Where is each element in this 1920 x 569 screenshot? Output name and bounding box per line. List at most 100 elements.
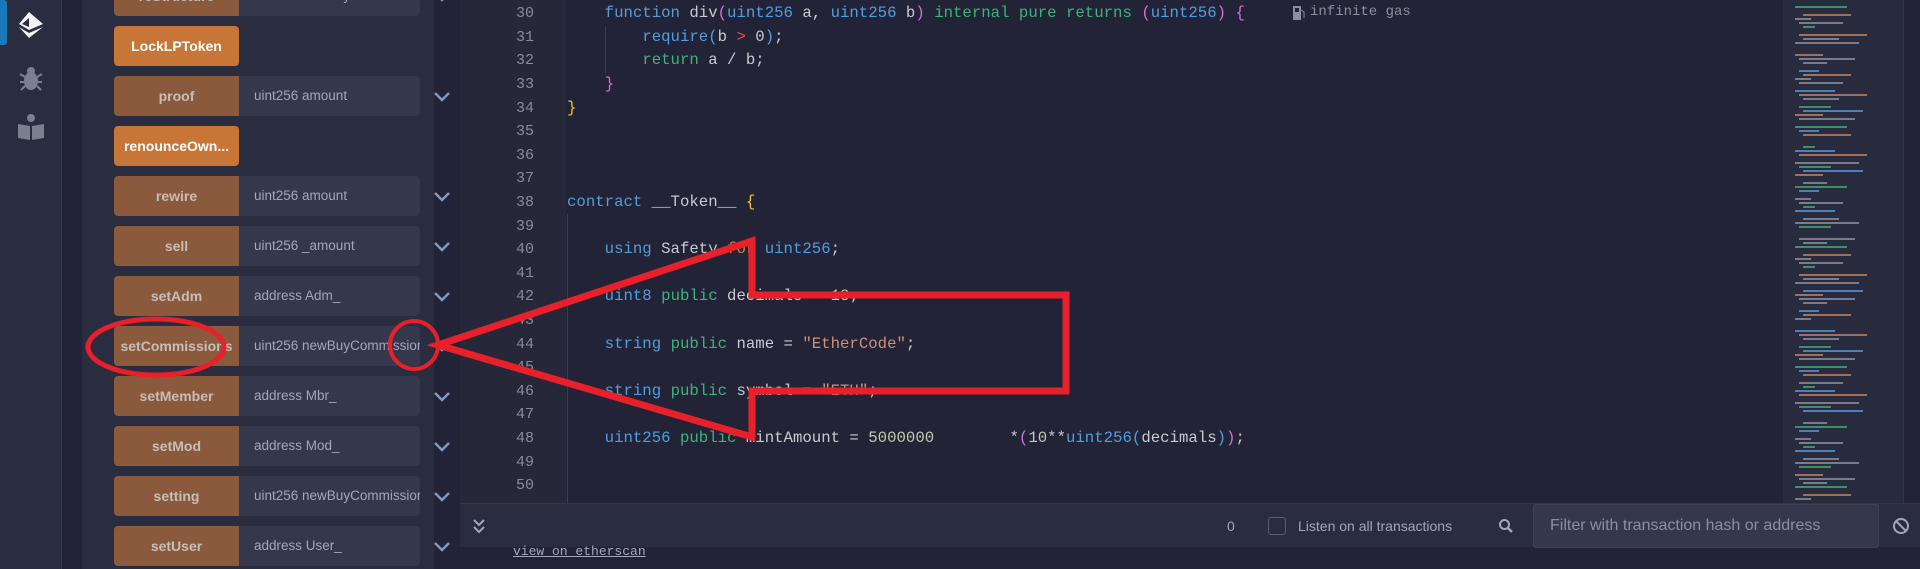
minimap-line [1795, 222, 1859, 224]
code-token: require [642, 27, 709, 46]
icon-panel [0, 0, 62, 569]
function-param-input[interactable]: uint256 newBuyCommissior [239, 326, 420, 366]
function-button[interactable]: proof [114, 76, 239, 116]
chevron-down-icon[interactable] [432, 86, 452, 106]
function-row-setMember: setMember address Mbr_ [114, 376, 474, 416]
chevron-down-icon[interactable] [432, 536, 452, 556]
function-row-setAdm: setAdm address Adm_ [114, 276, 474, 316]
transaction-filter-input[interactable]: Filter with transaction hash or address [1533, 504, 1879, 548]
function-row-setting: setting uint256 newBuyCommissior [114, 476, 474, 516]
code-token: symbol = [727, 381, 822, 400]
function-param-input[interactable]: uint256 amount [239, 176, 420, 216]
function-button[interactable]: sell [114, 226, 239, 266]
minimap-line [1803, 242, 1827, 244]
book-reader-icon[interactable] [16, 112, 46, 142]
line-number: 38 [515, 194, 534, 211]
listen-checkbox[interactable] [1268, 517, 1286, 535]
function-button[interactable]: setMember [114, 376, 239, 416]
line-number: 44 [515, 335, 534, 353]
code-editor[interactable]: 30 31 32 33 34 35 36 37 38 39 40 41 42 43 44 45 46 47 48 49… [460, 0, 1783, 503]
minimap-line [1803, 254, 1851, 256]
function-button[interactable]: setMod [114, 426, 239, 466]
function-param-input[interactable]: address User_ [239, 526, 420, 566]
line-number: 47 [515, 406, 534, 424]
function-button[interactable]: setUser [114, 526, 239, 566]
chevron-down-icon[interactable] [432, 286, 452, 306]
minimap-line [1795, 54, 1823, 56]
chevron-down-icon[interactable] [432, 486, 452, 506]
editor-scrollbar[interactable] [1903, 0, 1920, 503]
function-param-input[interactable]: uint256 newBuyCommissior [239, 476, 420, 516]
function-param-input[interactable]: uint256 newBuyCommission [239, 0, 420, 16]
code-token: ) [1216, 429, 1227, 447]
code-token: ( [1018, 429, 1029, 447]
code-token: 5000000 [868, 429, 935, 447]
minimap-line [1799, 70, 1819, 72]
code-token: decimals [1141, 429, 1217, 447]
function-param-input[interactable]: uint256 amount [239, 76, 420, 116]
code-line: function div(uint256 a, uint256 b) inter… [567, 2, 1245, 26]
minimap-line [1799, 262, 1843, 264]
code-line: contract __Token__ { [567, 191, 755, 215]
ethereum-icon[interactable] [16, 10, 46, 40]
minimap-line [1795, 474, 1823, 476]
code-token: public [661, 287, 718, 306]
function-param-input[interactable]: address Mbr_ [239, 376, 420, 416]
minimap-line [1799, 382, 1843, 384]
clear-console-icon[interactable] [1892, 517, 1910, 535]
search-icon[interactable] [1498, 518, 1514, 534]
function-row-rewire: rewire uint256 amount [114, 176, 474, 216]
code-token: public [670, 381, 728, 400]
code-token: ; [830, 240, 841, 259]
minimap-line [1795, 114, 1823, 116]
code-line: uint8 public decimals = 18; [567, 285, 859, 309]
function-button[interactable]: renounceOwn... [114, 126, 239, 166]
code-line: string public name = "EtherCode"; [567, 333, 916, 357]
function-param-input[interactable]: address Mod_ [239, 426, 420, 466]
minimap-line [1799, 394, 1867, 396]
code-token: ( [1141, 4, 1151, 23]
chevron-down-icon[interactable] [432, 336, 452, 356]
function-button[interactable]: LockLPToken [114, 26, 239, 66]
line-number: 37 [515, 170, 534, 188]
chevron-down-icon[interactable] [432, 186, 452, 206]
function-button[interactable]: setAdm [114, 276, 239, 316]
code-token: contract [567, 193, 643, 211]
function-button[interactable]: setCommissions [114, 326, 239, 366]
chevron-down-icon[interactable] [432, 386, 452, 406]
minimap-line [1795, 354, 1823, 356]
code-token: } [567, 98, 577, 117]
minimap[interactable] [1783, 0, 1903, 503]
function-button[interactable]: rewire [114, 176, 239, 216]
line-number: 42 [515, 288, 534, 306]
code-token: ; [1235, 429, 1245, 447]
function-button[interactable]: setting [114, 476, 239, 516]
chevron-down-icon[interactable] [432, 436, 452, 456]
bug-icon[interactable] [16, 64, 46, 94]
function-param-input[interactable]: address Adm_ [239, 276, 420, 316]
code-token: string [604, 334, 662, 353]
transaction-count: 0 [1227, 518, 1235, 534]
minimap-line [1795, 438, 1811, 440]
chevron-double-down-icon[interactable] [472, 518, 486, 534]
minimap-line [1795, 402, 1859, 404]
chevron-down-icon[interactable] [432, 236, 452, 256]
minimap-line [1803, 206, 1815, 208]
code-token: { [745, 193, 756, 211]
function-button[interactable]: reStructure [114, 0, 239, 16]
chevron-down-icon[interactable] [432, 0, 452, 6]
function-param-input[interactable]: uint256 _amount [239, 226, 420, 266]
minimap-line [1795, 186, 1847, 188]
minimap-line [1799, 166, 1831, 168]
view-on-etherscan-link[interactable]: view on etherscan [513, 544, 646, 559]
minimap-line [1799, 190, 1819, 192]
minimap-line [1799, 94, 1867, 96]
